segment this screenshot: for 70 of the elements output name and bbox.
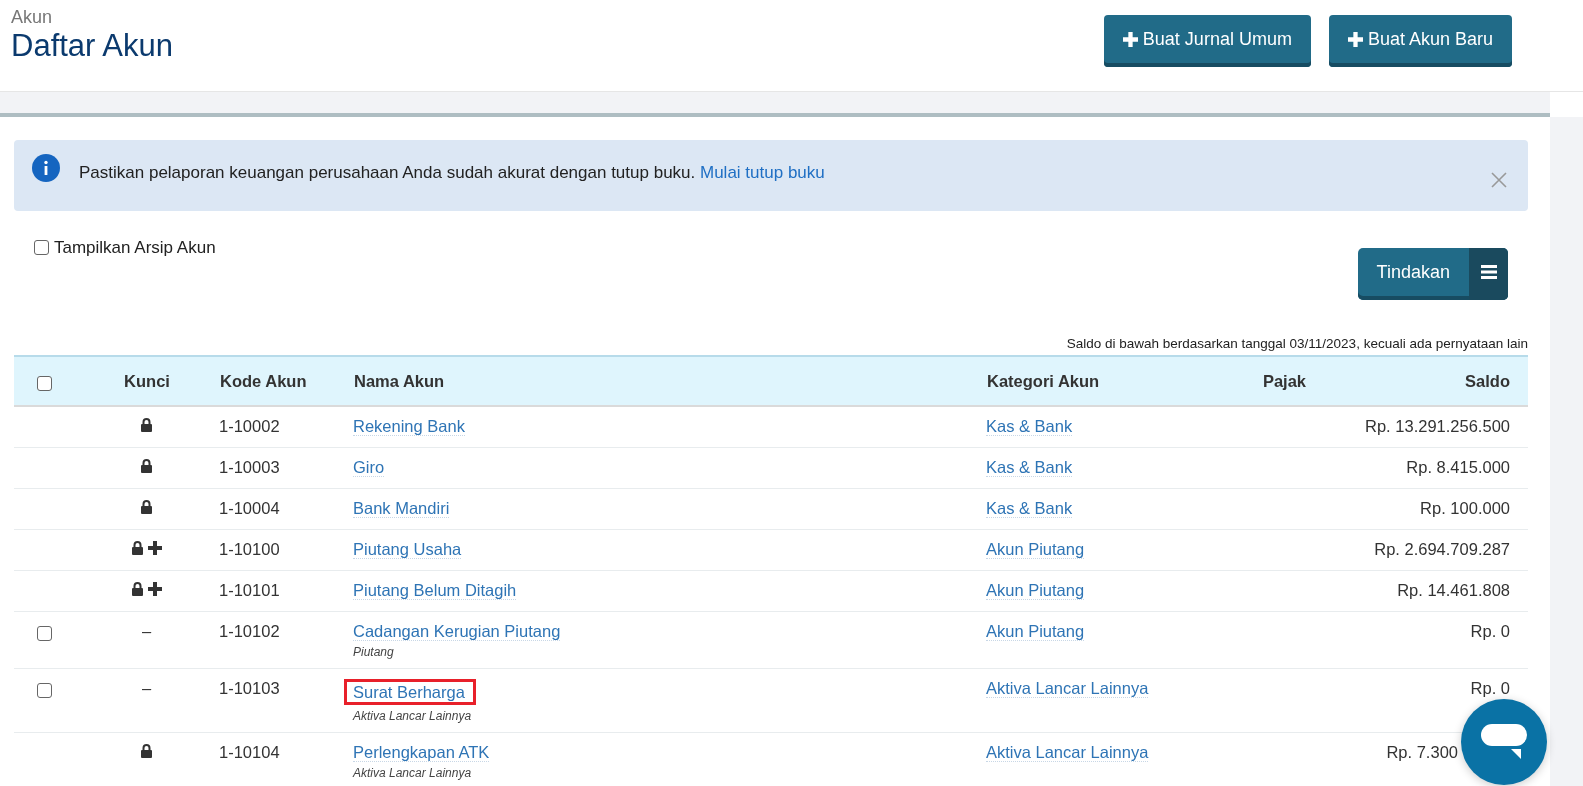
account-name-link[interactable]: Perlengkapan ATK <box>353 743 490 762</box>
category-link[interactable]: Kas & Bank <box>986 417 1073 436</box>
balance-amount: Rp. 0 <box>1470 679 1510 697</box>
category-link[interactable]: Aktiva Lancar Lainnya <box>986 679 1149 698</box>
plus-icon <box>148 541 162 555</box>
balance-amount: Rp. 8.415.000 <box>1406 458 1510 476</box>
plus-icon <box>1347 31 1363 47</box>
category-link[interactable]: Kas & Bank <box>986 458 1073 477</box>
archive-checkbox[interactable] <box>34 240 49 255</box>
category-link[interactable]: Akun Piutang <box>986 581 1085 600</box>
account-code: 1-10104 <box>219 743 280 761</box>
empty-dash: – <box>141 622 152 641</box>
balance-amount: Rp. 0 <box>1470 622 1510 640</box>
row-checkbox[interactable] <box>36 683 52 699</box>
balance-amount: Rp. 100.000 <box>1420 499 1510 517</box>
lock-icon <box>140 418 153 432</box>
account-code: 1-10103 <box>219 679 280 697</box>
account-subtitle: Aktiva Lancar Lainnya <box>353 766 473 780</box>
row-checkbox[interactable] <box>36 626 52 642</box>
account-name-link[interactable]: Piutang Usaha <box>353 540 462 559</box>
close-books-link[interactable]: Mulai tutup buku <box>700 162 825 182</box>
lock-icon <box>140 744 153 758</box>
account-code: 1-10003 <box>219 458 280 476</box>
account-subtitle: Aktiva Lancar Lainnya <box>353 709 473 723</box>
plus-icon <box>1122 31 1138 47</box>
chat-button[interactable] <box>1461 699 1547 785</box>
lock-icon <box>140 459 153 473</box>
breadcrumb: Akun <box>11 7 54 27</box>
category-link[interactable]: Akun Piutang <box>986 540 1085 559</box>
balance-amount: Rp. 2.694.709.287 <box>1374 540 1510 558</box>
column-header: Kode Akun <box>220 371 307 390</box>
lock-icon <box>131 582 144 596</box>
account-name-link[interactable]: Piutang Belum Ditagih <box>353 581 517 600</box>
column-header: Pajak <box>1262 371 1306 390</box>
archive-label: Tampilkan Arsip Akun <box>54 238 216 258</box>
column-header: Saldo <box>1465 371 1510 390</box>
category-link[interactable]: Aktiva Lancar Lainnya <box>986 743 1149 762</box>
column-header: Nama Akun <box>354 371 445 390</box>
empty-dash: – <box>141 679 152 698</box>
balance-note: Saldo di bawah berdasarkan tanggal 03/11/2023, kecuali ada pernyataan lain <box>1065 336 1528 353</box>
page-title: Daftar Akun <box>11 27 173 65</box>
balance-amount: Rp. 13.291.256.500 <box>1365 417 1510 435</box>
select-all-checkbox[interactable] <box>36 375 52 391</box>
account-name-link[interactable]: Bank Mandiri <box>353 499 450 518</box>
account-code: 1-10004 <box>219 499 280 517</box>
plus-icon <box>148 582 162 596</box>
account-name-link[interactable]: Giro <box>353 458 385 477</box>
balance-amount: Rp. 7.300 <box>1386 743 1458 761</box>
category-link[interactable]: Kas & Bank <box>986 499 1073 518</box>
account-code: 1-10102 <box>219 622 280 640</box>
chat-bubble-icon <box>1481 724 1527 760</box>
actions-button[interactable]: Tindakan <box>1357 248 1508 300</box>
banner-message: Pastikan pelaporan keuangan perusahaan Anda sudah akurat dengan tutup buku. Mulai tutup buku <box>79 162 825 183</box>
account-code: 1-10101 <box>219 581 280 599</box>
category-link[interactable]: Akun Piutang <box>986 622 1085 641</box>
menu-icon <box>1480 265 1497 279</box>
account-name-link[interactable]: Rekening Bank <box>353 417 465 436</box>
account-name-link[interactable]: Surat Berharga <box>344 679 476 705</box>
account-name-link[interactable]: Cadangan Kerugian Piutang <box>353 622 561 641</box>
column-header: Kunci <box>124 371 170 390</box>
balance-amount: Rp. 14.461.808 <box>1397 581 1510 599</box>
create-button[interactable]: Buat Akun Baru <box>1328 15 1512 67</box>
create-button[interactable]: Buat Jurnal Umum <box>1103 15 1311 67</box>
lock-icon <box>140 500 153 514</box>
account-subtitle: Piutang <box>353 645 395 659</box>
info-icon <box>32 153 60 182</box>
column-header: Kategori Akun <box>987 371 1100 390</box>
account-code: 1-10100 <box>219 540 280 558</box>
lock-icon <box>131 541 144 555</box>
account-code: 1-10002 <box>219 417 280 435</box>
